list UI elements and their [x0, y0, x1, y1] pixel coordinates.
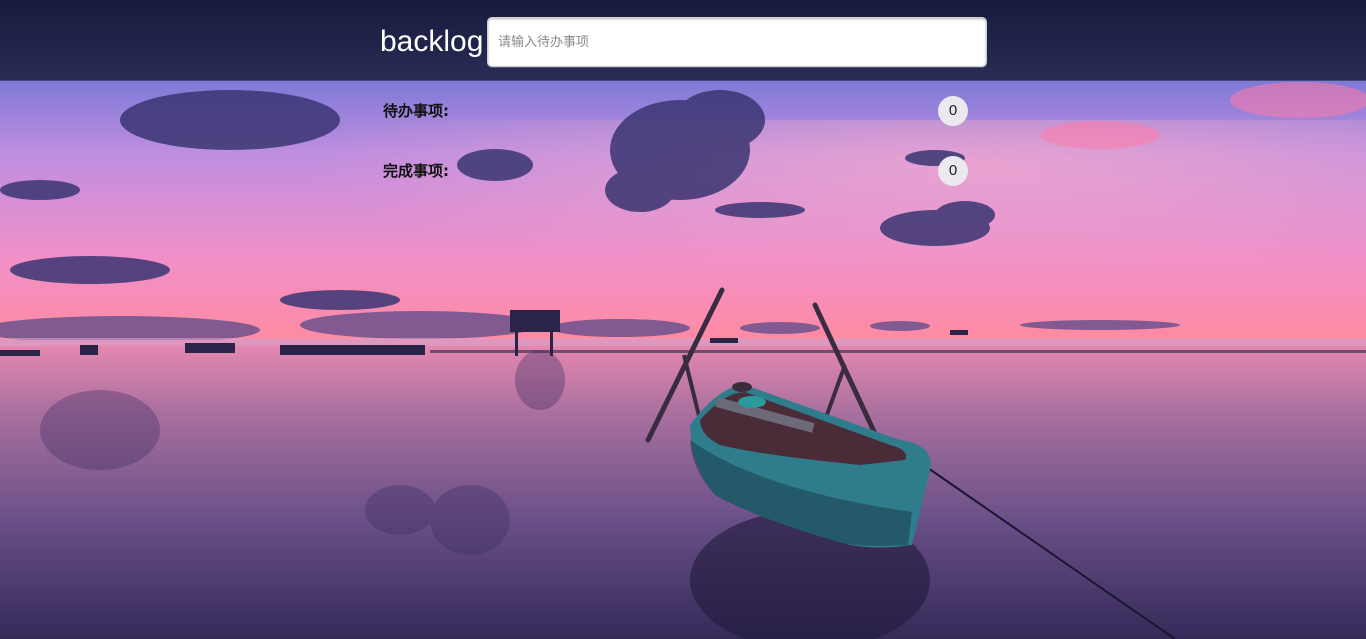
- app-title: backlog: [380, 25, 484, 58]
- pending-count-badge: 0: [938, 96, 968, 126]
- todo-input[interactable]: [487, 17, 987, 67]
- header-bar: backlog: [0, 0, 1366, 81]
- sunset-lake-scene: [0, 0, 1366, 639]
- pending-section-title: 待办事项:: [383, 102, 449, 120]
- background-photo: [0, 0, 1366, 639]
- water: [0, 340, 1366, 639]
- done-section-title: 完成事项:: [383, 162, 449, 180]
- done-count-badge: 0: [938, 156, 968, 186]
